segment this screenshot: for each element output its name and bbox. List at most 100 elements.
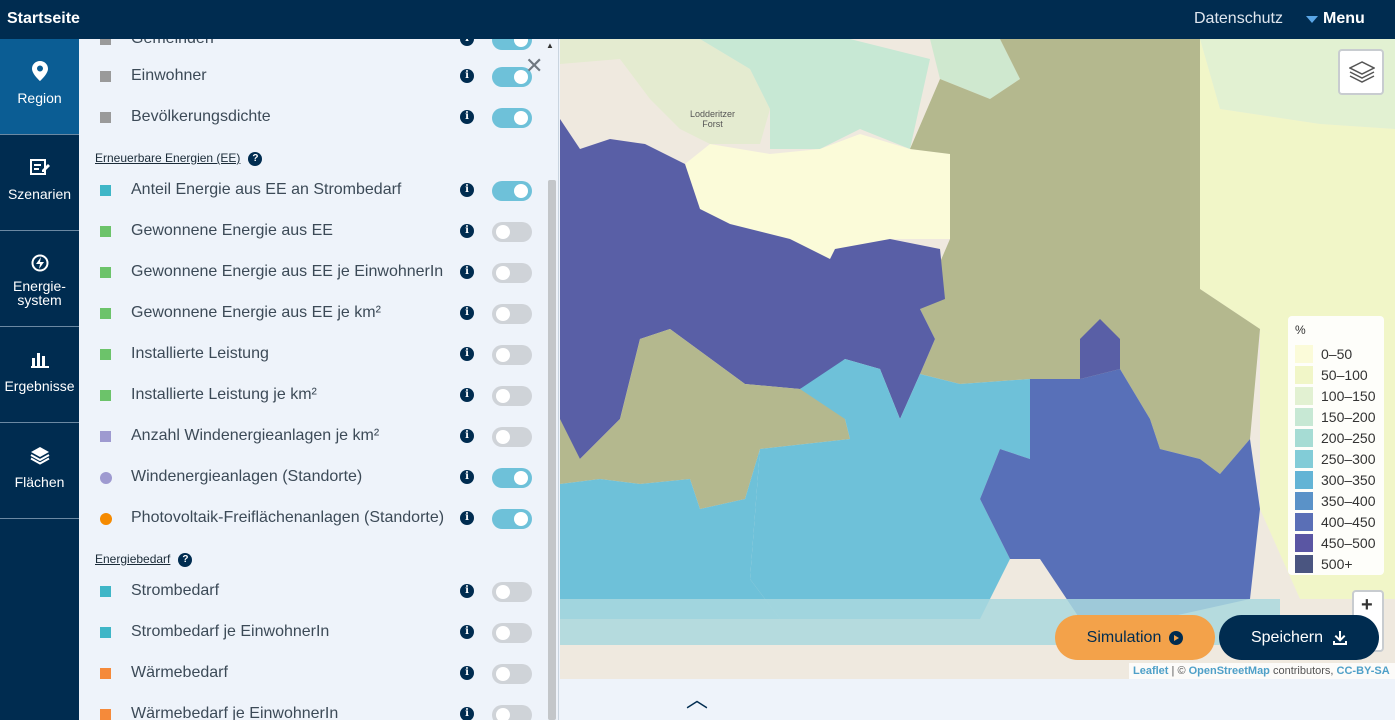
close-icon[interactable]: ✕ [525, 53, 543, 79]
save-button[interactable]: Speichern [1219, 615, 1379, 660]
layer-toggle[interactable] [492, 222, 532, 242]
info-icon[interactable]: i [460, 625, 474, 639]
layer-label: Bevölkerungsdichte [131, 108, 271, 125]
layer-row[interactable]: Wärmebedarf i [79, 653, 539, 694]
layers-toggle-button[interactable] [1338, 49, 1384, 95]
bar-chart-icon [30, 353, 49, 368]
layer-label: Strombedarf je EinwohnerIn [131, 623, 330, 640]
layer-toggle[interactable] [492, 181, 532, 201]
layer-row[interactable]: Wärmebedarf je EinwohnerIn i [79, 694, 539, 720]
info-icon[interactable]: i [460, 265, 474, 279]
info-icon[interactable]: i [460, 707, 474, 720]
nav-region[interactable]: Region [0, 39, 79, 135]
simulation-button[interactable]: Simulation [1055, 615, 1215, 660]
choropleth-map[interactable] [560, 39, 1395, 679]
map-pin-icon [31, 61, 48, 81]
info-icon[interactable]: i [460, 224, 474, 238]
info-icon[interactable]: i [460, 470, 474, 484]
nav-label: Szenarien [7, 186, 72, 202]
nav-label: Region [17, 90, 62, 106]
nav-szenarien[interactable]: Szenarien [0, 135, 79, 231]
layer-toggle[interactable] [492, 705, 532, 720]
layer-row-bevoelkerungsdichte[interactable]: Bevölkerungsdichte i [79, 97, 539, 138]
nav-energiesystem[interactable]: Energie- system [0, 231, 79, 327]
legend-swatch [100, 586, 111, 597]
legend-item: 50–100 [1295, 364, 1385, 385]
info-icon[interactable]: i [460, 347, 474, 361]
layer-toggle[interactable] [492, 623, 532, 643]
scrollbar-thumb[interactable] [548, 180, 556, 720]
layer-label: Installierte Leistung je km² [131, 386, 317, 403]
nav-label: Energie- system [13, 278, 66, 308]
layer-toggle[interactable] [492, 386, 532, 406]
layer-label: Gewonnene Energie aus EE [131, 222, 333, 239]
info-icon[interactable]: i [460, 69, 474, 83]
help-icon[interactable]: ? [248, 151, 263, 166]
layer-row[interactable]: Gewonnene Energie aus EE i [79, 211, 539, 252]
layer-row[interactable]: Installierte Leistung i [79, 334, 539, 375]
info-icon[interactable]: i [460, 183, 474, 197]
map-view[interactable]: Lodderitzer Forst [560, 39, 1395, 679]
layer-toggle[interactable] [492, 39, 532, 50]
layer-row-einwohner[interactable]: Einwohner i [79, 56, 539, 97]
layer-row[interactable]: Strombedarf i [79, 571, 539, 612]
layer-toggle[interactable] [492, 345, 532, 365]
legend-swatch [100, 71, 111, 82]
license-link[interactable]: CC-BY-SA [1337, 665, 1390, 677]
scroll-up-icon[interactable]: ▲ [546, 41, 554, 50]
help-icon[interactable]: ? [178, 552, 193, 567]
info-icon[interactable]: i [460, 429, 474, 443]
nav-label: Flächen [14, 474, 65, 490]
layer-toggle[interactable] [492, 427, 532, 447]
layer-row[interactable]: Installierte Leistung je km² i [79, 375, 539, 416]
layer-toggle[interactable] [492, 468, 532, 488]
legend-item: 400–450 [1295, 511, 1385, 532]
legend-item: 500+ [1295, 553, 1385, 574]
legend-item: 250–300 [1295, 448, 1385, 469]
layer-label: Wärmebedarf je EinwohnerIn [131, 705, 339, 720]
info-icon[interactable]: i [460, 666, 474, 680]
layer-toggle[interactable] [492, 664, 532, 684]
layer-label: Wärmebedarf [131, 664, 228, 681]
menu-button[interactable]: Menu [1306, 10, 1365, 28]
layer-row[interactable]: Strombedarf je EinwohnerIn i [79, 612, 539, 653]
info-icon[interactable]: i [460, 511, 474, 525]
home-link[interactable]: Startseite [7, 10, 80, 28]
layer-row[interactable]: Windenergieanlagen (Standorte) i [79, 457, 539, 498]
legend-swatch [100, 185, 111, 196]
legend-swatch [100, 390, 111, 401]
privacy-link[interactable]: Datenschutz [1194, 10, 1283, 28]
layer-toggle[interactable] [492, 263, 532, 283]
nav-flaechen[interactable]: Flächen [0, 423, 79, 519]
layer-row[interactable]: Gewonnene Energie aus EE je EinwohnerIn … [79, 252, 539, 293]
map-legend: % 0–50 50–100 100–150 150–200 200–250 25… [1288, 316, 1384, 575]
info-icon[interactable]: i [460, 39, 474, 46]
layer-row[interactable]: Anzahl Windenergieanlagen je km² i [79, 416, 539, 457]
info-icon[interactable]: i [460, 388, 474, 402]
layer-toggle[interactable] [492, 509, 532, 529]
save-label: Speichern [1250, 628, 1324, 646]
layer-label: Einwohner [131, 67, 207, 84]
layer-label: Gemeinden [131, 39, 214, 48]
layer-toggle[interactable] [492, 582, 532, 602]
info-icon[interactable]: i [460, 110, 474, 124]
leaflet-link[interactable]: Leaflet [1133, 665, 1168, 677]
chevron-up-icon[interactable]: ︿ [686, 682, 708, 714]
layer-panel[interactable]: Gemeinden i Einwohner i Bevölkerungsdich… [79, 39, 559, 720]
layer-label: Gewonnene Energie aus EE je km² [131, 304, 381, 321]
info-icon[interactable]: i [460, 584, 474, 598]
layer-toggle[interactable] [492, 304, 532, 324]
legend-item: 350–400 [1295, 490, 1385, 511]
layer-row[interactable]: Gewonnene Energie aus EE je km² i [79, 293, 539, 334]
layer-toggle[interactable] [492, 108, 532, 128]
layer-row[interactable]: Photovoltaik-Freiflächenanlagen (Standor… [79, 498, 539, 539]
osm-link[interactable]: OpenStreetMap [1189, 665, 1270, 677]
zoom-in-button[interactable]: + [1361, 594, 1373, 617]
legend-item: 150–200 [1295, 406, 1385, 427]
layer-row[interactable]: Anteil Energie aus EE an Strombedarf i [79, 170, 539, 211]
nav-ergebnisse[interactable]: Ergebnisse [0, 327, 79, 423]
map-place-label: Lodderitzer Forst [690, 109, 736, 129]
legend-swatch [100, 349, 111, 360]
legend-item: 200–250 [1295, 427, 1385, 448]
info-icon[interactable]: i [460, 306, 474, 320]
